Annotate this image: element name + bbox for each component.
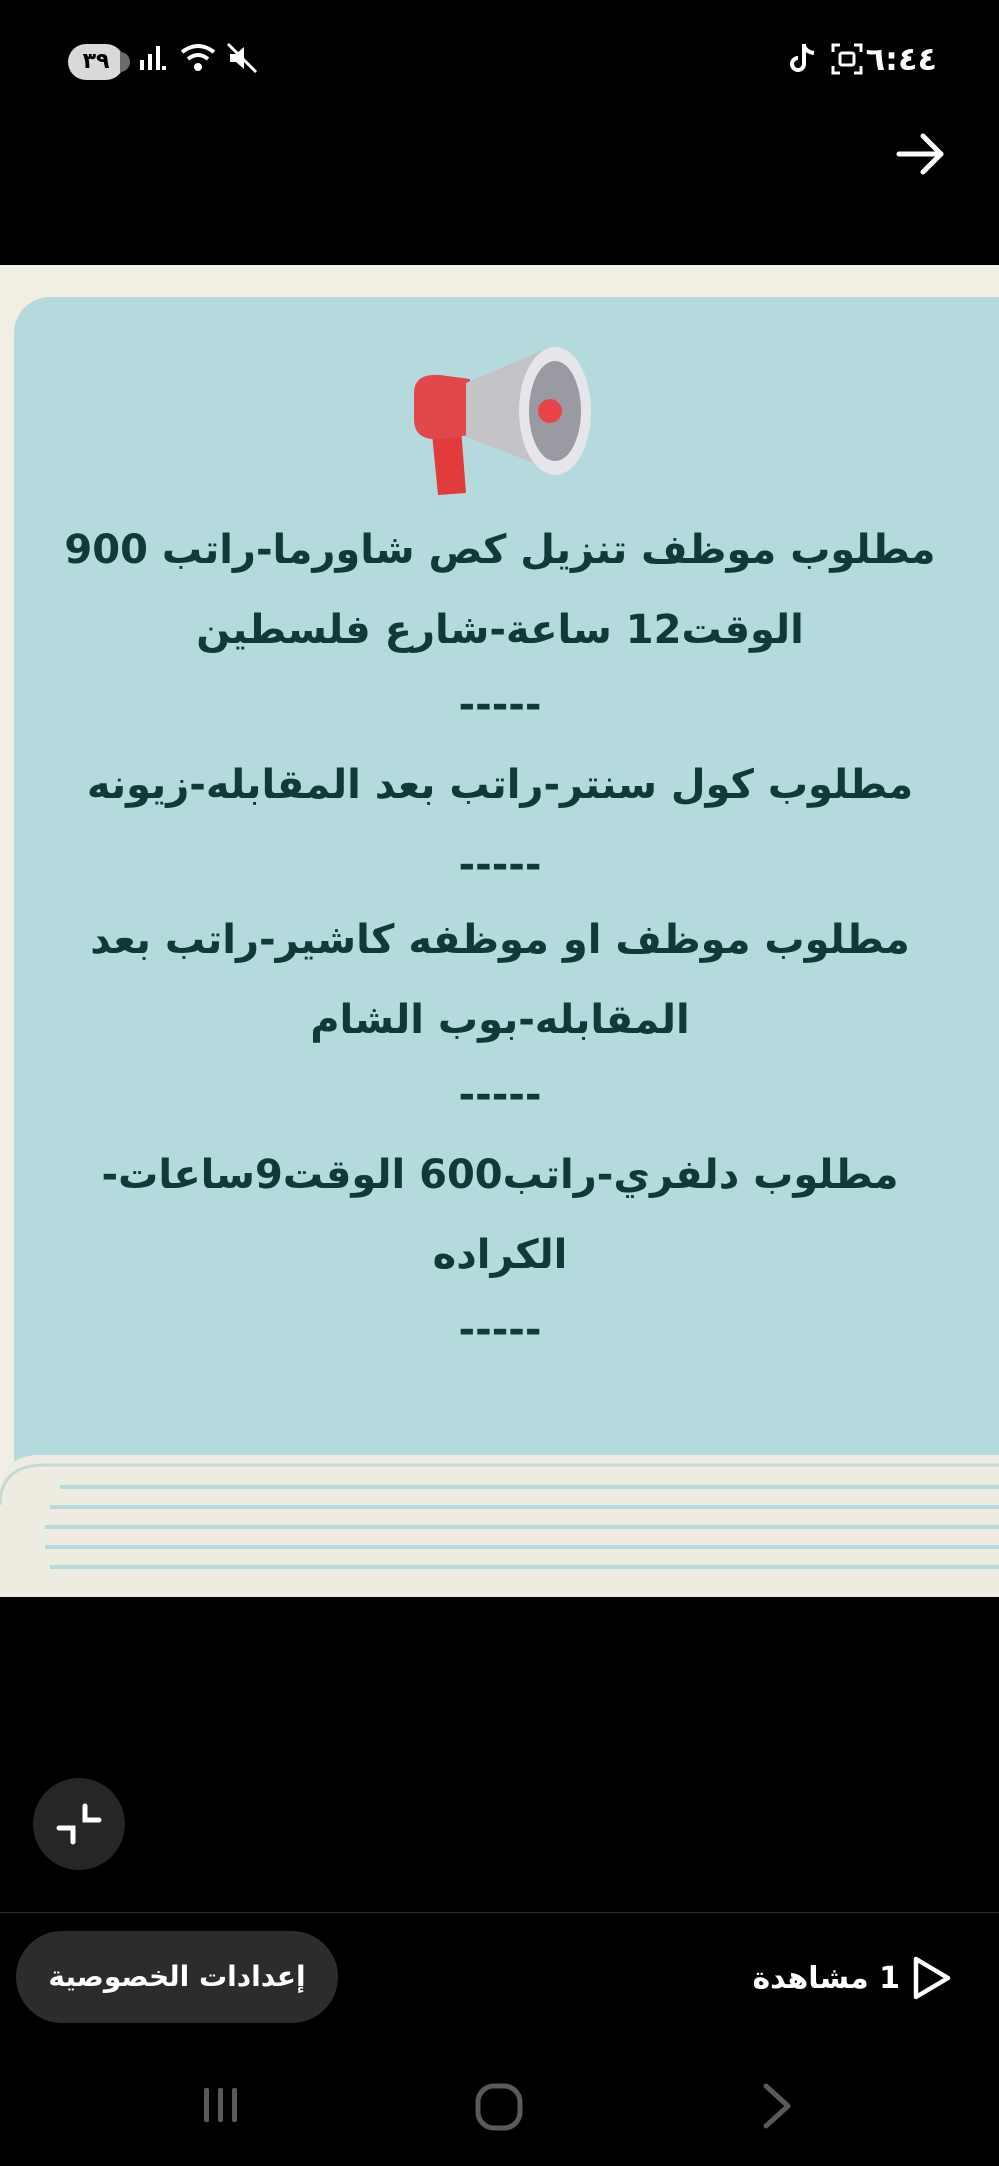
- status-time: ٦:٤٤: [865, 40, 937, 78]
- tiktok-icon: [790, 44, 815, 72]
- battery-indicator: ٣٩: [68, 44, 130, 80]
- announcement-1: مطلوب موظف تنزيل كص شاورما-راتب 900 الوق…: [64, 527, 936, 653]
- announcement-4: مطلوب دلفري-راتب600 الوقت9ساعات-الكراده: [101, 1152, 899, 1278]
- megaphone-icon: [414, 347, 591, 495]
- back-nav-icon[interactable]: [756, 2080, 800, 2132]
- recent-apps-icon[interactable]: [196, 2080, 246, 2130]
- announcement-2: مطلوب كول سنتر-راتب بعد المقابله-زيونه: [86, 762, 914, 808]
- status-bar: ٣٩ ٦:٤٤: [0, 0, 999, 120]
- separator-3: -----: [458, 1072, 542, 1118]
- navigation-bar: [0, 2060, 999, 2166]
- collapse-button[interactable]: [33, 1778, 125, 1870]
- story-image[interactable]: مطلوب موظف تنزيل كص شاورما-راتب 900 الوق…: [0, 265, 999, 1597]
- book-pages: [0, 1455, 999, 1597]
- separator-2: -----: [458, 842, 542, 888]
- privacy-settings-button[interactable]: إعدادات الخصوصية: [16, 1931, 338, 2023]
- announcement-3: مطلوب موظف او موظفه كاشير-راتب بعد المقا…: [90, 917, 910, 1043]
- mute-icon: [226, 42, 258, 74]
- arrow-right-icon[interactable]: [893, 126, 949, 182]
- separator-1: -----: [458, 682, 542, 728]
- screenshot-icon: [831, 43, 863, 75]
- views-counter[interactable]: 1 مشاهدة: [752, 1950, 954, 2006]
- battery-level: ٣٩: [82, 49, 110, 74]
- play-icon: [913, 1956, 951, 2000]
- collapse-icon: [56, 1803, 102, 1845]
- home-icon[interactable]: [472, 2080, 526, 2134]
- divider: [0, 1912, 999, 1913]
- wifi-icon: [180, 44, 216, 71]
- signal-icon: [140, 46, 166, 70]
- separator-4: -----: [458, 1307, 542, 1353]
- views-count: 1 مشاهدة: [752, 1960, 900, 1996]
